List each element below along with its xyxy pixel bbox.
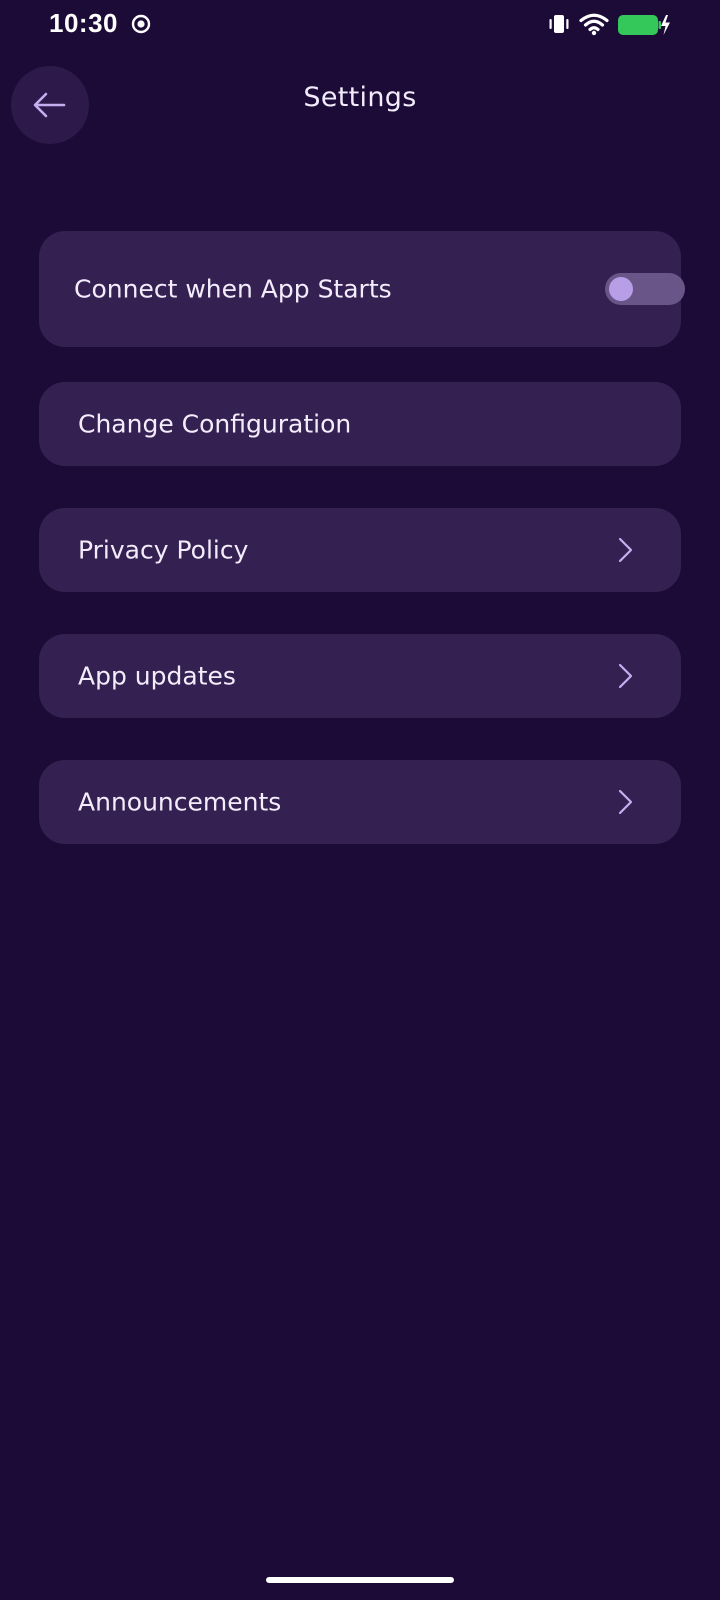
page-title: Settings	[303, 82, 417, 113]
setting-label: App updates	[78, 661, 236, 691]
setting-label: Connect when App Starts	[74, 274, 392, 304]
record-icon	[131, 14, 151, 34]
setting-app-updates[interactable]: App updates	[39, 634, 681, 718]
setting-label: Privacy Policy	[78, 535, 249, 565]
battery-charging-icon	[618, 15, 670, 35]
setting-change-configuration[interactable]: Change Configuration	[39, 382, 681, 466]
toggle-knob	[609, 277, 633, 301]
setting-privacy-policy[interactable]: Privacy Policy	[39, 508, 681, 592]
status-bar: 10:30	[0, 0, 720, 50]
setting-label: Announcements	[78, 787, 282, 817]
connect-on-start-toggle[interactable]	[605, 273, 685, 305]
setting-label: Change Configuration	[78, 409, 352, 439]
chevron-right-icon	[618, 663, 633, 689]
home-indicator[interactable]	[266, 1577, 454, 1583]
chevron-right-icon	[618, 537, 633, 563]
status-time: 10:30	[49, 8, 118, 38]
vibrate-icon	[549, 15, 569, 33]
setting-announcements[interactable]: Announcements	[39, 760, 681, 844]
setting-connect-on-start[interactable]: Connect when App Starts	[39, 231, 685, 347]
wifi-icon	[579, 13, 609, 36]
chevron-right-icon	[618, 789, 633, 815]
